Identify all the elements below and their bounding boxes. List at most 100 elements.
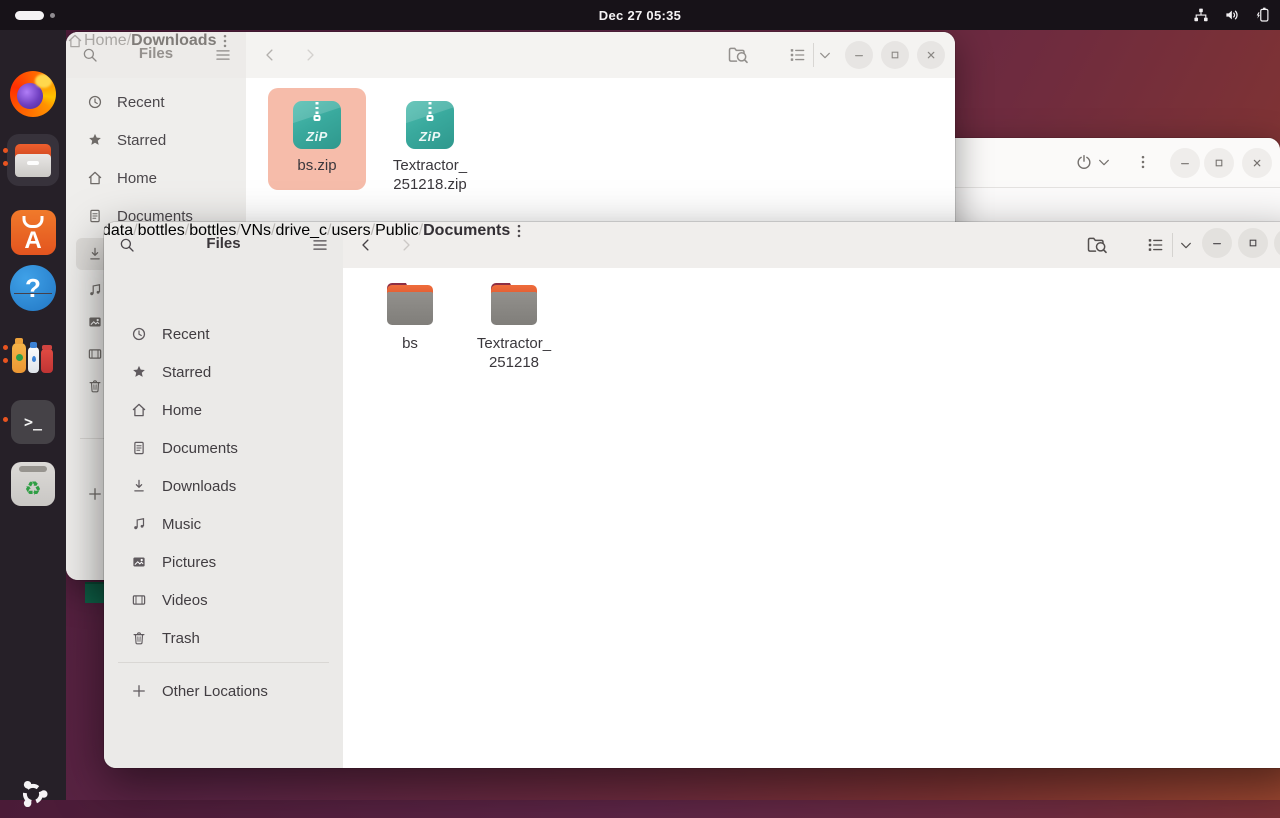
sidebar-divider (118, 662, 329, 663)
sidebar-item-downloads[interactable]: Downloads (116, 469, 331, 503)
chevron-down-icon[interactable] (1096, 154, 1112, 170)
view-options-chevron-icon[interactable] (1178, 237, 1194, 253)
back-button[interactable] (261, 46, 279, 64)
dock-item-files[interactable] (7, 134, 59, 186)
dock-item-bottles[interactable] (9, 333, 57, 381)
recent-icon (130, 325, 148, 343)
places-sidebar: Recent Starred Home Documents Downloads … (104, 268, 343, 768)
file-name: Textractor_ 251218.zip (393, 156, 467, 194)
view-options-chevron-icon[interactable] (817, 47, 833, 63)
sidebar-item-starred[interactable]: Starred (116, 355, 331, 389)
system-status-area[interactable] (1192, 0, 1272, 30)
recent-icon (86, 93, 104, 111)
forward-button[interactable] (301, 46, 319, 64)
power-icon[interactable] (1074, 152, 1094, 172)
file-item-bs-zip[interactable]: ZiP bs.zip (268, 88, 366, 190)
maximize-button[interactable] (1204, 148, 1234, 178)
sidebar-item-home[interactable]: Home (116, 393, 331, 427)
path-menu-icon[interactable] (510, 222, 528, 240)
sidebar-item-pictures[interactable]: Pictures (116, 545, 331, 579)
breadcrumb-segment[interactable]: drive_c (275, 222, 327, 240)
music-note-icon (86, 281, 104, 299)
sidebar-item-recent[interactable]: Recent (116, 317, 331, 351)
folder-name: Textractor_ 251218 (477, 334, 551, 372)
breadcrumb-home[interactable]: Home (84, 32, 127, 50)
sidebar-item-starred[interactable]: Starred (76, 124, 236, 156)
breadcrumb-current[interactable]: Downloads (131, 32, 216, 50)
minimize-button[interactable] (845, 41, 873, 69)
files-window-documents: Files data / bottles / bottles / VNs / d… (104, 222, 1280, 768)
path-menu-icon[interactable] (216, 32, 234, 50)
folder-item-bs[interactable]: bs (362, 280, 458, 353)
music-note-icon (130, 515, 148, 533)
dock-item-terminal[interactable]: >_ (9, 398, 57, 446)
running-dot (3, 161, 8, 166)
dock-item-app-center[interactable]: A (9, 208, 57, 256)
dock-item-firefox[interactable] (9, 70, 57, 118)
close-button[interactable] (1274, 228, 1280, 258)
plus-icon (86, 485, 104, 503)
sidebar-item-trash[interactable]: Trash (116, 621, 331, 655)
star-icon (86, 131, 104, 149)
folder-icon (386, 280, 434, 328)
headerbar: Files data / bottles / bottles / VNs / d… (104, 222, 1280, 268)
star-icon (130, 363, 148, 381)
network-icon (1192, 6, 1210, 24)
minimize-icon (1209, 235, 1225, 251)
sidebar-item-other-locations[interactable]: Other Locations (116, 674, 331, 708)
file-item-textractor-zip[interactable]: ZiP Textractor_ 251218.zip (381, 88, 479, 200)
picture-icon (86, 313, 104, 331)
list-view-icon[interactable] (1145, 235, 1165, 255)
running-dot (3, 345, 8, 350)
close-button[interactable] (917, 41, 945, 69)
sidebar-item-recent[interactable]: Recent (76, 86, 236, 118)
minimize-button[interactable] (1202, 228, 1232, 258)
minimize-button[interactable] (1170, 148, 1200, 178)
trash-icon (86, 377, 104, 395)
breadcrumb-current[interactable]: Documents (423, 222, 510, 240)
close-button[interactable] (1242, 148, 1272, 178)
dock-item-trash[interactable]: ♻ (9, 460, 57, 508)
sidebar-item-documents[interactable]: Documents (116, 431, 331, 465)
breadcrumb-segment[interactable]: bottles (189, 222, 236, 240)
kebab-menu-icon[interactable] (1134, 153, 1152, 171)
ubuntu-logo-icon (15, 776, 51, 812)
folder-icon (490, 280, 538, 328)
maximize-button[interactable] (1238, 228, 1268, 258)
divider (813, 43, 814, 67)
dock: A ? >_ ♻ (0, 30, 66, 800)
volume-icon (1223, 6, 1241, 24)
trash-icon: ♻ (11, 462, 55, 506)
dock-item-show-apps[interactable] (9, 770, 57, 818)
folder-item-textractor[interactable]: Textractor_ 251218 (466, 280, 562, 372)
breadcrumb-segment[interactable]: bottles (138, 222, 185, 240)
home-icon (86, 169, 104, 187)
list-view-icon[interactable] (787, 45, 807, 65)
dock-divider (14, 293, 52, 294)
folder-search-icon[interactable] (726, 43, 750, 67)
battery-icon (1254, 6, 1272, 24)
breadcrumb-segment[interactable]: VNs (241, 222, 271, 240)
running-dot (3, 358, 8, 363)
app-center-icon: A (11, 210, 56, 255)
maximize-button[interactable] (881, 41, 909, 69)
picture-icon (130, 553, 148, 571)
file-name: bs.zip (297, 156, 336, 175)
maximize-icon (887, 47, 903, 63)
video-icon (130, 591, 148, 609)
dock-item-help[interactable]: ? (9, 264, 57, 312)
home-icon (130, 401, 148, 419)
file-grid: bs Textractor_ 251218 (343, 268, 1280, 768)
breadcrumb-segment[interactable]: Public (375, 222, 419, 240)
zipper-icon (429, 102, 432, 115)
breadcrumb-segment[interactable]: data (104, 222, 133, 240)
divider (1172, 233, 1173, 257)
folder-search-icon[interactable] (1085, 233, 1109, 257)
breadcrumb-segment[interactable]: users (332, 222, 371, 240)
sidebar-item-music[interactable]: Music (116, 507, 331, 541)
download-icon (130, 477, 148, 495)
clock[interactable]: Dec 27 05:35 (0, 0, 1280, 30)
zip-file-icon: ZiP (406, 101, 454, 149)
sidebar-item-videos[interactable]: Videos (116, 583, 331, 617)
sidebar-item-home[interactable]: Home (76, 162, 236, 194)
